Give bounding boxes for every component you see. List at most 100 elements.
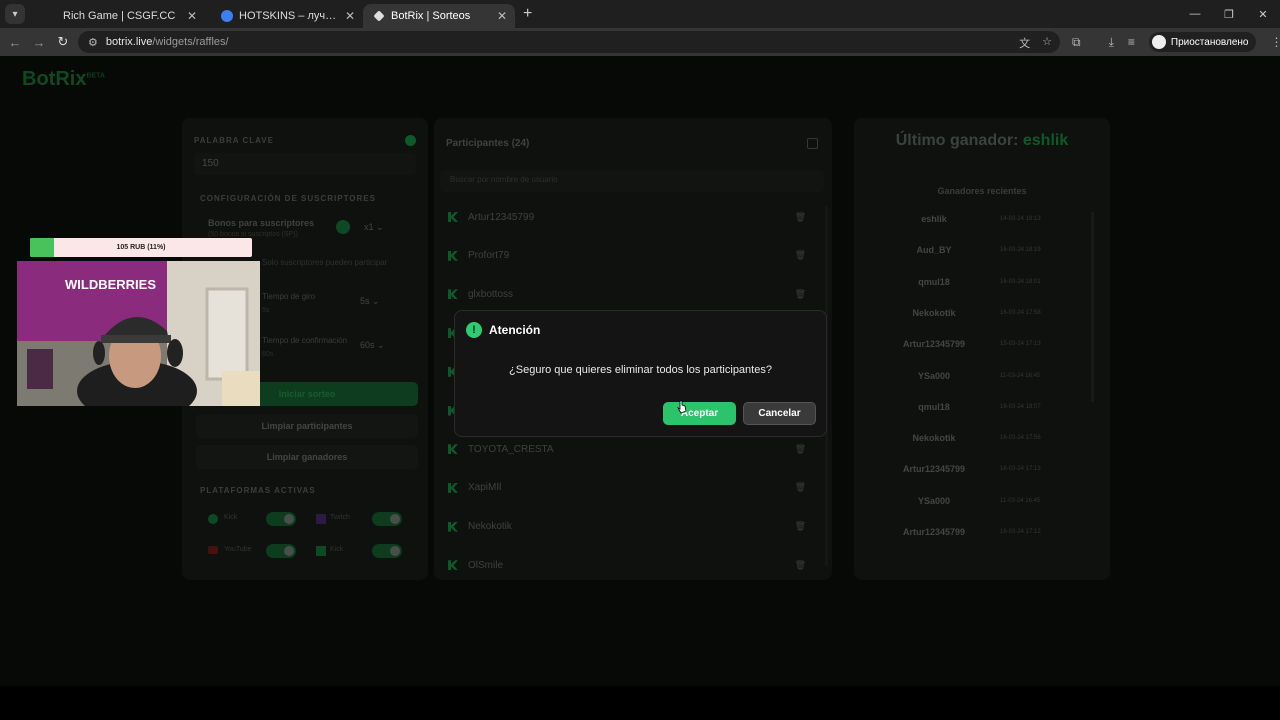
spin-select[interactable]: 5s ⌄ [360,296,380,307]
url-field[interactable]: ⚙ botrix.live/widgets/raffles/ 文 ☆ [78,31,1060,53]
clear-winners-button[interactable]: Limpiar ganadores [196,445,418,469]
winner-row: qmul18 16-03-24 18:01 [868,267,1090,297]
participant-name: XapiMIl [468,482,502,494]
tab-botrix[interactable]: BotRix | Sorteos ✕ [363,4,515,28]
bonus-label: Bonos para suscriptores [208,218,315,228]
clear-participants-button[interactable]: Limpiar participantes [196,414,418,438]
participant-row: glxbottoss 🗑 [448,278,824,310]
bonus-sub: (50 bonus si suscriptos (SP)) [208,231,298,238]
close-window-icon[interactable]: ✕ [1246,0,1280,28]
trash-icon[interactable]: 🗑 [795,521,806,532]
keyword-label: PALABRA CLAVE [194,136,274,145]
kick-icon [448,250,458,261]
winner-name: Artur12345799 [902,464,966,475]
minimize-icon[interactable]: — [1178,0,1212,28]
participant-row: TOYOTA_CRESTA 🗑 [448,433,824,465]
winner-date: 11-03-24 16:45 [1000,372,1041,379]
tab-hotskins[interactable]: HOTSKINS – лучшие выигрыши ✕ [211,4,363,28]
info-icon[interactable] [336,220,350,234]
subs-config-label: CONFIGURACIÓN DE SUSCRIPTORES [200,194,376,203]
dialog-header: ! Atención [466,322,540,338]
profile-button[interactable]: Приостановлено [1148,32,1257,52]
participant-name: Nekokotik [468,521,512,533]
menu-icon[interactable]: ⋮ [1270,35,1280,49]
last-winner-heading: Último ganador: eshlik [895,132,1069,149]
winner-name: YSa000 [917,370,951,381]
winner-date: 16-03-24 17:13 [1000,466,1041,473]
window-controls: — ❐ ✕ [1178,0,1280,28]
trash-icon[interactable]: 🗑 [795,482,806,493]
bookmark-star-icon[interactable]: ☆ [1042,35,1052,51]
avatar [1151,35,1166,49]
webcam-overlay: WILDBERRIES [17,261,260,406]
winner-date: 16-03-24 17:58 [1000,309,1041,316]
winner-row: YSa000 11-03-24 16:45 [868,486,1090,516]
donation-progress-bar: 105 RUB (11%) [30,238,252,257]
kick-icon [316,546,326,556]
site-info-icon[interactable]: ⚙ [88,36,98,49]
trash-icon[interactable]: 🗑 [795,212,806,223]
winner-date: 15-03-24 17:13 [1000,341,1041,348]
tab-title: BotRix | Sorteos [391,10,471,22]
confirm-label: Tiempo de confirmación [262,336,348,345]
kick-toggle[interactable] [266,512,296,526]
winner-name: Artur12345799 [902,339,966,350]
winner-row: Artur12345799 16-03-24 17:12 [868,517,1090,547]
participant-name: TOYOTA_CRESTA [468,443,554,455]
translate-icon[interactable]: 文 [1019,35,1030,51]
downloads-icon[interactable]: ⤓ [1109,35,1114,50]
kick-icon [448,560,458,571]
kick2-toggle[interactable] [372,544,402,558]
youtube-toggle[interactable] [266,544,296,558]
accept-button[interactable]: Aceptar [663,402,736,425]
back-icon[interactable]: ← [3,35,27,50]
new-tab-icon[interactable]: + [523,5,532,23]
participant-row: OlSmile 🗑 [448,549,824,581]
winner-name: eshlik [921,214,947,224]
winner-row: Artur12345799 16-03-24 17:13 [868,454,1090,484]
copy-icon[interactable] [807,138,818,149]
extensions-icon[interactable]: ⧉ [1072,35,1081,50]
trash-icon[interactable]: 🗑 [795,289,806,300]
close-icon[interactable]: ✕ [187,9,197,23]
bottom-strip [0,686,1280,720]
maximize-icon[interactable]: ❐ [1212,0,1246,28]
tab-richgame[interactable]: Rich Game | CSGF.CC ✕ [53,4,205,28]
winner-name: Aud_BY [916,245,952,256]
winner-row: eshlik 14-03-24 18:13 [868,204,1090,234]
trash-icon[interactable]: 🗑 [795,560,806,571]
trash-icon[interactable]: 🗑 [795,444,806,455]
bonus-select[interactable]: x1 ⌄ [358,218,400,238]
winner-date: 16-03-24 18:19 [1000,247,1041,254]
winners-scrollbar[interactable] [1091,212,1094,402]
mouse-cursor-icon [677,400,687,414]
tab-search-button[interactable]: ▾ [5,4,25,24]
youtube-icon [208,546,218,554]
tab-title: HOTSKINS – лучшие выигрыши [239,10,337,22]
close-icon[interactable]: ✕ [345,9,355,23]
tab-title: Rich Game | CSGF.CC [63,10,176,22]
confirm-select[interactable]: 60s ⌄ [360,340,385,351]
close-icon[interactable]: ✕ [497,9,507,23]
forward-icon[interactable]: → [27,35,51,50]
kick-icon [208,514,218,524]
winner-row: YSa000 11-03-24 16:45 [868,361,1090,391]
winner-name: qmul18 [918,401,950,412]
botrix-logo: BotRixBETA [22,68,105,90]
participant-row: Profort79 🗑 [448,240,824,272]
kick-icon [448,444,458,455]
kick-icon [448,521,458,532]
participant-search-input[interactable]: Buscar por nombre de usuario [440,170,824,192]
only-subs-option[interactable]: Solo suscriptores pueden participar [262,258,387,267]
trash-icon[interactable]: 🗑 [795,250,806,261]
twitch-icon [316,514,326,524]
reload-icon[interactable]: ↻ [51,34,75,50]
winner-name: Nekokotik [912,433,956,444]
media-control-icon[interactable]: ≡ [1128,35,1135,49]
dialog-title: Atención [489,323,541,337]
cancel-button[interactable]: Cancelar [743,402,816,425]
winner-row: qmul18 16-03-24 18:07 [868,392,1090,422]
keyword-input[interactable]: 150 [194,153,416,175]
winner-date: 16-03-24 18:01 [1000,278,1041,285]
twitch-toggle[interactable] [372,512,402,526]
